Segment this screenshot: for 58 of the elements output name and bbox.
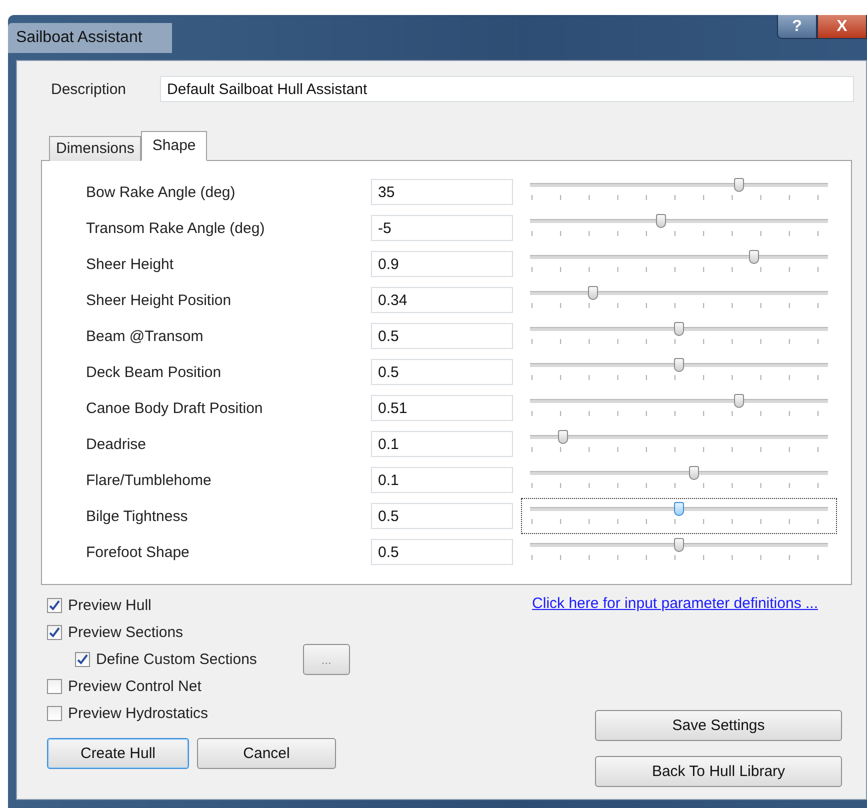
description-field[interactable]: Default Sailboat Hull Assistant bbox=[160, 76, 854, 102]
parameter-label: Bilge Tightness bbox=[86, 508, 189, 524]
slider-thumb[interactable] bbox=[674, 358, 684, 372]
parameter-field[interactable]: 0.51 bbox=[371, 395, 513, 421]
parameter-label: Canoe Body Draft Position bbox=[86, 400, 264, 416]
check-icon bbox=[49, 600, 60, 611]
check-icon bbox=[77, 654, 88, 665]
checkbox[interactable] bbox=[47, 598, 62, 613]
parameter-label: Sheer Height Position bbox=[86, 292, 232, 308]
parameter-label: Forefoot Shape bbox=[86, 544, 190, 560]
parameter-label: Bow Rake Angle (deg) bbox=[86, 184, 236, 200]
slider-thumb[interactable] bbox=[674, 502, 684, 516]
checkbox[interactable] bbox=[75, 652, 90, 667]
slider-thumb[interactable] bbox=[656, 214, 666, 228]
parameter-label: Flare/Tumblehome bbox=[86, 472, 212, 488]
cancel-button[interactable]: Cancel bbox=[197, 738, 336, 769]
parameter-field[interactable]: 0.9 bbox=[371, 251, 513, 277]
slider-thumb[interactable] bbox=[688, 466, 699, 480]
slider-thumb[interactable] bbox=[734, 394, 744, 408]
parameter-field[interactable]: 0.34 bbox=[371, 287, 513, 313]
parameter-label: Sheer Height bbox=[86, 256, 175, 272]
save-settings-button[interactable]: Save Settings bbox=[595, 710, 842, 741]
parameter-label: Deck Beam Position bbox=[86, 364, 222, 380]
back-button[interactable]: Back To Hull Library bbox=[595, 756, 842, 787]
parameter-label: Transom Rake Angle (deg) bbox=[86, 220, 266, 236]
slider-thumb[interactable] bbox=[748, 250, 758, 264]
parameter-label: Deadrise bbox=[86, 436, 148, 452]
parameter-label: Beam @Transom bbox=[86, 328, 204, 344]
parameter-field[interactable]: 0.5 bbox=[371, 539, 513, 565]
slider-thumb[interactable] bbox=[734, 178, 744, 192]
slider-thumb[interactable] bbox=[674, 322, 684, 336]
checkbox-label: Preview Hull bbox=[68, 597, 152, 614]
parameter-field[interactable]: -5 bbox=[371, 215, 513, 241]
tab[interactable]: Shape bbox=[141, 131, 207, 161]
checkbox-label: Preview Control Net bbox=[68, 678, 202, 695]
slider-thumb[interactable] bbox=[674, 538, 684, 552]
create-hull-button[interactable]: Create Hull bbox=[47, 738, 189, 769]
parameter-field[interactable]: 0.1 bbox=[371, 467, 513, 493]
parameter-field[interactable]: 0.5 bbox=[371, 503, 513, 529]
slider-thumb[interactable] bbox=[588, 286, 598, 300]
parameter-field[interactable]: 0.5 bbox=[371, 323, 513, 349]
parameter-field[interactable]: 0.1 bbox=[371, 431, 513, 457]
checkbox[interactable] bbox=[47, 625, 62, 640]
slider-thumb[interactable] bbox=[558, 430, 568, 444]
checkbox-label: Preview Sections bbox=[68, 624, 184, 641]
checkbox[interactable] bbox=[47, 679, 62, 694]
definitions-link[interactable]: Click here for input parameter definitions ... bbox=[532, 595, 818, 612]
field-label: Description bbox=[51, 80, 126, 98]
checkbox-label: Preview Hydrostatics bbox=[68, 705, 208, 722]
parameter-field[interactable]: 35 bbox=[371, 179, 513, 205]
tab[interactable]: Dimensions bbox=[49, 136, 142, 161]
window-title: Sailboat Assistant bbox=[8, 22, 172, 52]
check-icon bbox=[49, 627, 60, 638]
checkbox[interactable] bbox=[47, 706, 62, 721]
close-button[interactable]: X bbox=[817, 15, 867, 39]
checkbox-label: Define Custom Sections bbox=[96, 651, 257, 668]
parameter-field[interactable]: 0.5 bbox=[371, 359, 513, 385]
slider[interactable] bbox=[521, 498, 837, 534]
